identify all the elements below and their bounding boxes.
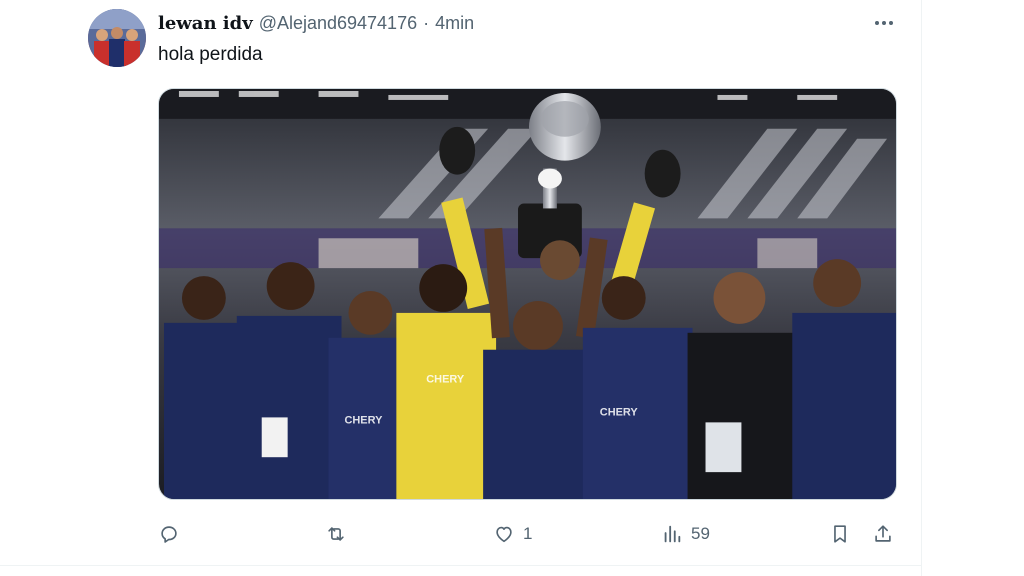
views-bar-chart-icon [664, 525, 681, 543]
heart-icon [496, 526, 512, 543]
display-name[interactable]: lewan idv [158, 13, 253, 34]
svg-text:CHERY: CHERY [600, 406, 639, 418]
bookmark-icon [834, 525, 846, 543]
avatar[interactable] [88, 9, 146, 67]
retweet-icon [328, 527, 344, 541]
more-options-button[interactable] [868, 12, 900, 34]
views-count: 59 [691, 524, 710, 543]
tweet-actions: 1 59 [158, 518, 900, 550]
tweet[interactable]: lewan idv @Alejand69474176 · 4min hola p… [0, 0, 921, 566]
like-button[interactable]: 1 [493, 518, 532, 550]
svg-text:CHERY: CHERY [344, 414, 383, 426]
reply-icon [161, 526, 177, 543]
tweet-header: lewan idv @Alejand69474176 · 4min [158, 11, 474, 35]
timestamp[interactable]: 4min [435, 13, 474, 34]
separator: · [423, 12, 430, 33]
tweet-photo[interactable]: CHERY CHERY CHERY [158, 88, 897, 500]
views-button[interactable]: 59 [661, 518, 710, 550]
svg-text:CHERY: CHERY [426, 374, 465, 386]
share-button[interactable] [872, 518, 894, 550]
retweet-button[interactable] [325, 518, 355, 550]
share-icon [875, 525, 891, 542]
more-horizontal-icon [875, 21, 879, 25]
more-dot [882, 21, 886, 25]
more-dot [889, 21, 893, 25]
timeline-column: lewan idv @Alejand69474176 · 4min hola p… [0, 0, 922, 576]
like-count: 1 [523, 524, 533, 543]
bookmark-button[interactable] [829, 518, 851, 550]
user-handle[interactable]: @Alejand69474176 [259, 13, 417, 34]
reply-button[interactable] [158, 518, 188, 550]
tweet-text: hola perdida [158, 44, 263, 65]
